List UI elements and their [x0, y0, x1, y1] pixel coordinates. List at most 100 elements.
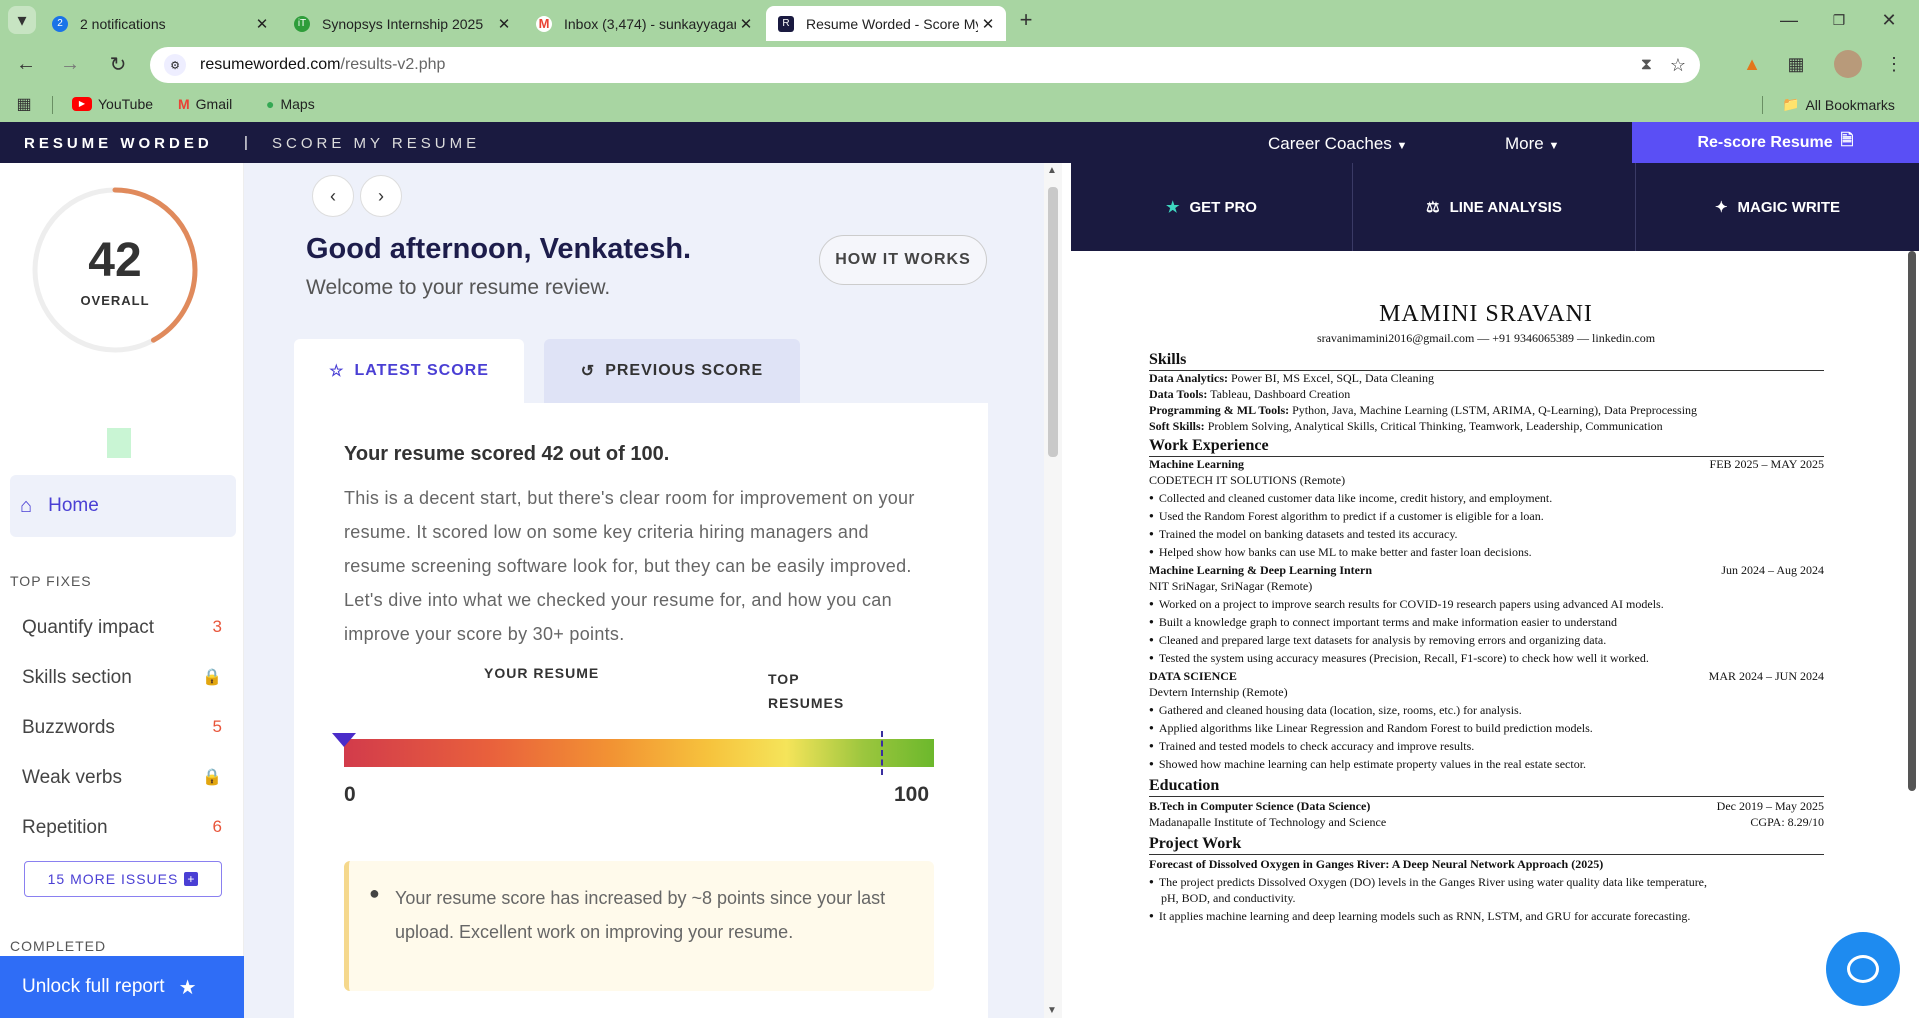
browser-tab-inbox[interactable]: M Inbox (3,474) - sunkayyagariven ✕ — [524, 6, 764, 41]
browser-tab-synopsys[interactable]: iT Synopsys Internship 2025 ✕ — [282, 6, 522, 41]
new-tab-icon[interactable]: + — [1012, 6, 1040, 34]
back-icon[interactable]: ← — [12, 50, 40, 78]
menu-icon[interactable]: ⋮ — [1880, 50, 1908, 78]
left-sidebar: 42 OVERALL ⌂ Home TOP FIXES Quantify imp… — [0, 163, 244, 1018]
tab-title: Synopsys Internship 2025 — [322, 15, 484, 32]
job-bullet: Used the Random Forest algorithm to pred… — [1149, 509, 1824, 524]
bookmark-gmail[interactable]: M Gmail — [178, 96, 232, 112]
job-bullet: Applied algorithms like Linear Regressio… — [1149, 721, 1824, 736]
tab-search-icon[interactable]: ▾ — [8, 6, 36, 34]
metamask-extension-icon[interactable]: ▲ — [1738, 50, 1766, 78]
bookmark-star-icon[interactable]: ☆ — [1670, 55, 1686, 76]
star-icon: ★ — [1166, 199, 1180, 216]
scrollbar-thumb[interactable] — [1908, 251, 1916, 791]
skill-line: Soft Skills: Problem Solving, Analytical… — [1149, 419, 1824, 434]
cgpa: CGPA: 8.29/10 — [1750, 815, 1824, 829]
site-header: RESUME WORDED | SCORE MY RESUME Career C… — [0, 122, 1919, 163]
scale-min-label: 0 — [344, 783, 356, 806]
tab-previous-score[interactable]: ↺ PREVIOUS SCORE — [544, 339, 800, 403]
fix-repetition[interactable]: Repetition 6 — [22, 817, 222, 839]
unlock-full-report-button[interactable]: Unlock full report ★ — [0, 956, 244, 1018]
fix-label: Repetition — [22, 817, 108, 838]
job-org: Devtern Internship (Remote) — [1149, 685, 1288, 699]
fix-buzzwords[interactable]: Buzzwords 5 — [22, 717, 222, 739]
main-scrollbar[interactable]: ▲ ▼ — [1044, 163, 1062, 1018]
browser-tab-notifications[interactable]: 2 2 notifications ✕ — [40, 6, 280, 41]
button-label: 15 MORE ISSUES — [47, 871, 179, 887]
skill-key: Data Tools: — [1149, 387, 1208, 401]
resume-scrollbar[interactable] — [1905, 251, 1919, 1018]
browser-toolbar: ← → ↻ ⚙ resumeworded.com/results-v2.php … — [0, 41, 1919, 88]
site-info-icon[interactable]: ⚙ — [164, 54, 186, 76]
address-bar[interactable]: ⚙ resumeworded.com/results-v2.php ⧗ ☆ — [150, 47, 1700, 83]
chat-support-button[interactable] — [1826, 932, 1900, 1006]
internshala-icon: iT — [294, 15, 310, 32]
extensions-icon[interactable]: ▦ — [1782, 50, 1810, 78]
restore-icon[interactable]: ❐ — [1825, 6, 1853, 34]
fix-weak-verbs[interactable]: Weak verbs 🔒 — [22, 767, 222, 789]
star-icon: ★ — [178, 976, 197, 999]
more-issues-button[interactable]: 15 MORE ISSUES + — [24, 861, 222, 897]
skill-key: Data Analytics: — [1149, 371, 1228, 385]
tab-label: LATEST SCORE — [354, 362, 489, 379]
gmail-icon: M — [536, 15, 552, 32]
career-coaches-menu[interactable]: Career Coaches ▼ — [1268, 134, 1407, 154]
magic-write-button[interactable]: ✦ MAGIC WRITE — [1636, 163, 1919, 251]
skill-line: Data Tools: Tableau, Dashboard Creation — [1149, 387, 1824, 402]
sidebar-item-home[interactable]: ⌂ Home — [10, 475, 236, 537]
apps-grid-icon[interactable]: ▦ — [10, 90, 38, 118]
scroll-up-icon[interactable]: ▲ — [1047, 165, 1057, 176]
browser-tab-resume-worded[interactable]: R Resume Worded - Score My Re ✕ — [766, 6, 1006, 41]
your-score-marker — [332, 733, 356, 747]
how-it-works-button[interactable]: HOW IT WORKS — [819, 235, 987, 285]
all-bookmarks[interactable]: 📁 All Bookmarks — [1782, 96, 1895, 113]
lock-icon: 🔒 — [202, 769, 222, 786]
resume-worded-icon: R — [778, 15, 794, 32]
close-tab-icon[interactable]: ✕ — [978, 15, 998, 33]
job-date: FEB 2025 – MAY 2025 — [1709, 457, 1824, 471]
star-outline-icon: ☆ — [329, 363, 345, 380]
job-header: Machine Learning FEB 2025 – MAY 2025 — [1149, 457, 1824, 472]
school-name: Madanapalle Institute of Technology and … — [1149, 815, 1387, 829]
score-gradient-bar — [344, 739, 934, 767]
job-date: MAR 2024 – JUN 2024 — [1708, 669, 1824, 683]
scroll-down-icon[interactable]: ▼ — [1047, 1005, 1057, 1016]
next-arrow-button[interactable]: › — [360, 175, 402, 217]
tab-latest-score[interactable]: ☆ LATEST SCORE — [294, 339, 524, 403]
profile-avatar[interactable] — [1834, 50, 1862, 78]
resume-tools-bar: ★ GET PRO ⚖ LINE ANALYSIS ✦ MAGIC WRITE — [1071, 163, 1919, 251]
button-label: Unlock full report — [22, 976, 165, 997]
forward-icon[interactable]: → — [56, 50, 84, 78]
button-label: MAGIC WRITE — [1737, 198, 1841, 216]
job-bullet: Trained the model on banking datasets an… — [1149, 527, 1824, 542]
get-pro-button[interactable]: ★ GET PRO — [1071, 163, 1353, 251]
bookmark-youtube[interactable]: ▶ YouTube — [72, 96, 153, 112]
translate-icon[interactable]: ⧗ — [1641, 56, 1652, 74]
reload-icon[interactable]: ↻ — [104, 50, 132, 78]
scrollbar-thumb[interactable] — [1048, 187, 1058, 457]
job-bullet: Worked on a project to improve search re… — [1149, 597, 1824, 612]
close-tab-icon[interactable]: ✕ — [252, 15, 272, 33]
close-tab-icon[interactable]: ✕ — [736, 15, 756, 33]
skill-line: Data Analytics: Power BI, MS Excel, SQL,… — [1149, 371, 1824, 386]
brand-logo[interactable]: RESUME WORDED — [24, 135, 213, 152]
fix-skills-section[interactable]: Skills section 🔒 — [22, 667, 222, 689]
job-role: Machine Learning — [1149, 457, 1244, 471]
skill-value: Python, Java, Machine Learning (LSTM, AR… — [1289, 403, 1698, 417]
fix-quantify-impact[interactable]: Quantify impact 3 — [22, 617, 222, 639]
browser-tab-strip: ▾ 2 2 notifications ✕ iT Synopsys Intern… — [0, 0, 1919, 41]
line-analysis-button[interactable]: ⚖ LINE ANALYSIS — [1353, 163, 1636, 251]
fix-count: 5 — [212, 717, 222, 736]
scale-max-label: 100 — [894, 783, 930, 806]
youtube-icon: ▶ — [72, 97, 92, 111]
job-role: Machine Learning & Deep Learning Intern — [1149, 563, 1372, 577]
close-tab-icon[interactable]: ✕ — [494, 15, 514, 33]
bookmark-maps[interactable]: ● Maps — [266, 96, 315, 112]
caret-down-icon: ▼ — [1548, 140, 1560, 152]
minimize-icon[interactable]: — — [1775, 6, 1803, 34]
prev-arrow-button[interactable]: ‹ — [312, 175, 354, 217]
rescore-resume-button[interactable]: Re-score Resume 🗎 — [1632, 122, 1919, 163]
sidebar-item-label: Home — [48, 495, 99, 516]
more-menu[interactable]: More ▼ — [1505, 134, 1559, 154]
close-window-icon[interactable]: ✕ — [1875, 6, 1903, 34]
